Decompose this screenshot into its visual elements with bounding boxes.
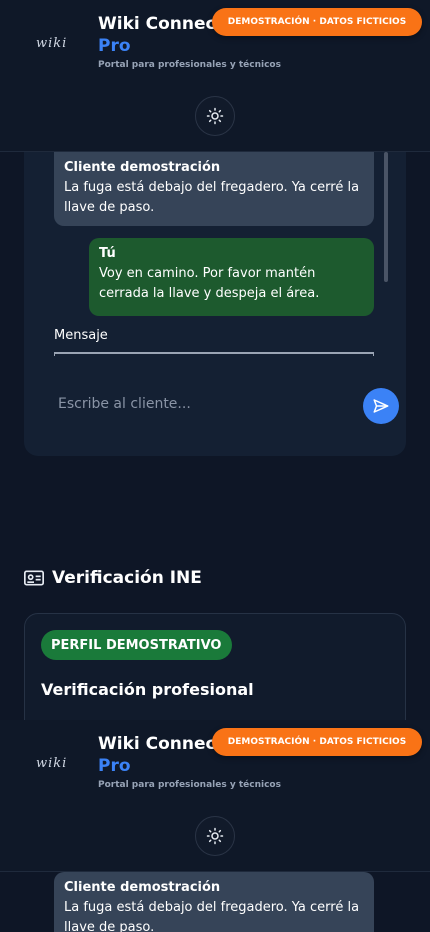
send-icon [373, 399, 389, 413]
app-header: wiki Wiki Connect Pro Portal para profes… [0, 0, 430, 152]
demo-badge: DEMOSTRACIÓN · DATOS FICTICIOS [212, 8, 422, 36]
sun-icon [206, 107, 224, 125]
id-card-icon [24, 570, 44, 586]
message-sender: Tú [99, 246, 116, 261]
profile-badge: PERFIL DEMOSTRATIVO [41, 630, 232, 660]
message-label: Mensaje [54, 328, 108, 343]
composer-input[interactable]: Escribe al cliente... [58, 396, 191, 412]
section-verification-title: Verificación INE [24, 568, 202, 588]
message-text: Voy en camino. Por favor mantén cerrada … [99, 266, 320, 301]
message-field[interactable] [54, 352, 374, 356]
message-sender: Cliente demostración [64, 160, 221, 175]
chat-panel: Cliente demostración La fuga está debajo… [24, 152, 406, 456]
message-sender: Cliente demostración [64, 880, 221, 895]
message-text: La fuga está debajo del fregadero. Ya ce… [64, 180, 360, 215]
theme-toggle-button[interactable] [195, 96, 235, 136]
app-tagline: Portal para profesionales y técnicos [98, 60, 281, 70]
message-bubble-client: Cliente demostración La fuga está debajo… [54, 152, 374, 226]
wiki-logo: wiki [36, 756, 68, 771]
send-button[interactable] [363, 388, 399, 424]
message-bubble-own: Tú Voy en camino. Por favor mantén cerra… [89, 238, 374, 316]
verification-heading: Verificación profesional [41, 680, 254, 699]
theme-toggle-button[interactable] [195, 816, 235, 856]
chat-scrollbar[interactable] [384, 152, 388, 282]
message-bubble-client: Cliente demostración La fuga está debajo… [54, 872, 374, 932]
demo-badge: DEMOSTRACIÓN · DATOS FICTICIOS [212, 728, 422, 756]
app-tagline: Portal para profesionales y técnicos [98, 780, 281, 790]
sun-icon [206, 827, 224, 845]
app-subtitle: Pro [98, 36, 131, 56]
wiki-logo: wiki [36, 36, 68, 51]
section-title-text: Verificación INE [52, 568, 202, 588]
sticky-header: wiki Wiki Connect Pro Portal para profes… [0, 720, 430, 872]
message-text: La fuga está debajo del fregadero. Ya ce… [64, 900, 360, 932]
app-subtitle: Pro [98, 756, 131, 776]
message-list[interactable]: Cliente demostración La fuga está debajo… [54, 152, 400, 356]
